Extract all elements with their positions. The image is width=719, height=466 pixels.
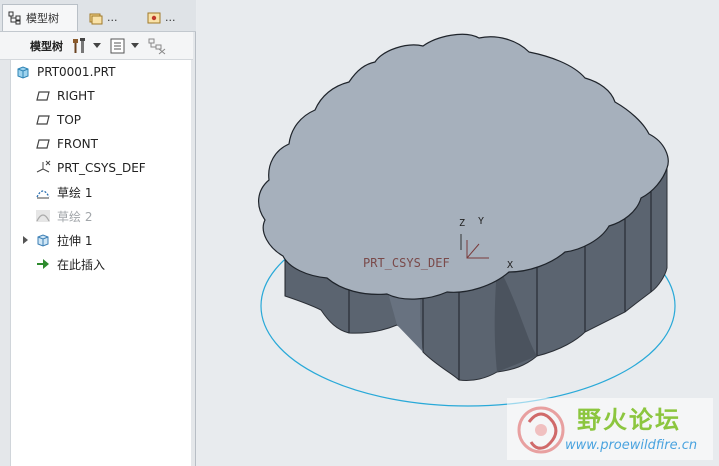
- navigator-panel: 模型树 ... ... 模型树 PRT0001.PRT RIGHT TOP FR…: [0, 0, 196, 466]
- csys-name-label: PRT_CSYS_DEF: [363, 256, 450, 270]
- tree-item-right[interactable]: RIGHT: [35, 85, 95, 107]
- watermark-url: www.proewildfire.cn: [565, 438, 698, 453]
- axis-label-z: Z: [459, 218, 466, 229]
- model-tree-toolbar: 模型树: [0, 32, 193, 60]
- tree-item-extrude1[interactable]: 拉伸 1: [23, 229, 93, 251]
- tree-item-label: 草绘 1: [57, 185, 93, 200]
- creo-window: 模型树 ... ... 模型树 PRT0001.PRT RIGHT TOP FR…: [0, 0, 719, 466]
- tree-item-label: 草绘 2: [57, 209, 93, 224]
- tree-item-root[interactable]: PRT0001.PRT: [15, 61, 115, 83]
- tree-item-label: RIGHT: [57, 89, 95, 103]
- watermark: 野火论坛 www.proewildfire.cn: [507, 398, 713, 460]
- watermark-logo-icon: [517, 406, 565, 454]
- show-dropdown-button[interactable]: [109, 36, 139, 56]
- axis-label-y: Y: [478, 216, 485, 227]
- expand-arrow-icon[interactable]: [23, 236, 28, 244]
- axis-label-x: X: [507, 260, 514, 271]
- tree-item-label: FRONT: [57, 137, 98, 151]
- datum-plane-icon: [36, 115, 50, 125]
- tree-filter-icon: [148, 38, 166, 54]
- list-show-icon: [110, 38, 125, 53]
- tab-favorites[interactable]: ...: [142, 4, 192, 31]
- sketch-icon: [36, 210, 50, 222]
- tab-label: ...: [107, 11, 118, 24]
- tree-item-label: 在此插入: [57, 257, 106, 272]
- settings-dropdown-button[interactable]: [71, 36, 101, 56]
- folder-layers-icon: [89, 13, 103, 24]
- model-canvas[interactable]: [197, 0, 719, 466]
- model-tree-icon: [8, 11, 21, 25]
- tab-label: ...: [165, 11, 176, 24]
- part-icon: [17, 66, 29, 79]
- toolbar-label: 模型树: [30, 39, 63, 53]
- model-tree: PRT0001.PRT RIGHT TOP FRONT PRT_CSYS_DEF: [10, 60, 191, 466]
- tree-item-insert-here[interactable]: 在此插入: [35, 253, 105, 275]
- chevron-down-icon: [131, 43, 139, 48]
- filter-button[interactable]: [147, 36, 167, 56]
- tools-settings-icon: [73, 37, 85, 53]
- chevron-down-icon: [93, 43, 101, 48]
- favorites-folder-icon: [147, 12, 161, 23]
- datum-plane-icon: [36, 139, 50, 149]
- watermark-title: 野火论坛: [577, 406, 681, 434]
- sketch-icon: [36, 190, 50, 199]
- tree-item-label: PRT_CSYS_DEF: [57, 161, 146, 175]
- tree-item-top[interactable]: TOP: [35, 109, 81, 131]
- tab-model-tree[interactable]: 模型树: [2, 4, 78, 31]
- tree-item-label: PRT0001.PRT: [37, 65, 116, 79]
- tree-item-label: TOP: [57, 113, 82, 127]
- tree-item-csys[interactable]: PRT_CSYS_DEF: [35, 157, 146, 179]
- tree-item-label: 拉伸 1: [57, 233, 93, 248]
- datum-plane-icon: [36, 91, 50, 101]
- tree-item-sketch2[interactable]: 草绘 2: [35, 205, 92, 227]
- tab-layers[interactable]: ...: [84, 4, 136, 31]
- extrude-icon: [37, 234, 49, 247]
- navigator-tabs: 模型树 ... ...: [0, 0, 196, 32]
- tree-item-front[interactable]: FRONT: [35, 133, 98, 155]
- graphics-viewport[interactable]: Z Y X PRT_CSYS_DEF 野火论坛 www.proewildfire…: [197, 0, 719, 466]
- coordinate-system-icon: [36, 160, 51, 173]
- tab-label: 模型树: [26, 12, 59, 25]
- insert-here-arrow-icon: [37, 259, 49, 269]
- tree-item-sketch1[interactable]: 草绘 1: [35, 181, 92, 203]
